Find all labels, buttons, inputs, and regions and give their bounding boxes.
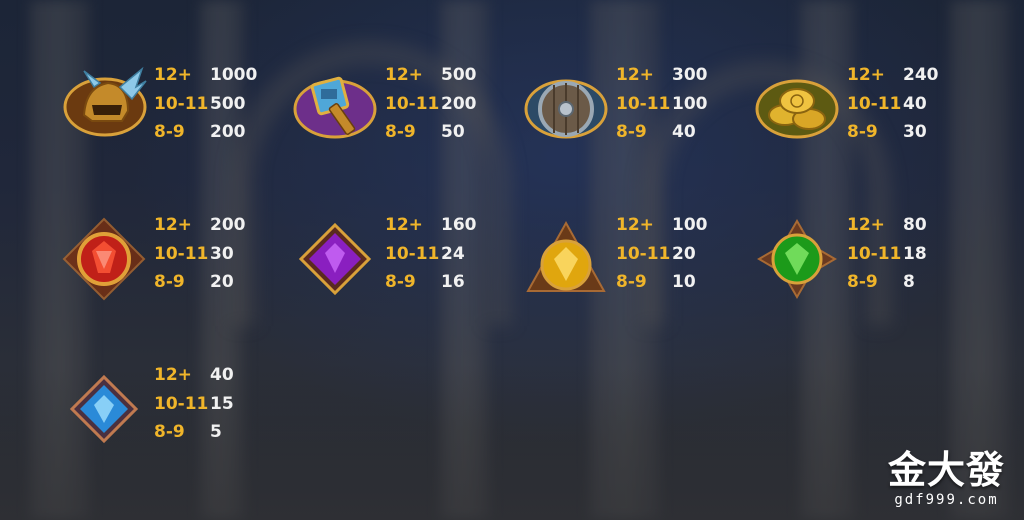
payout-rows: 12+ 1000 10-11500 8-9 200 — [154, 61, 257, 147]
payout-value: 200 — [210, 122, 246, 142]
paytable-entry-green-gem: 12+ 80 10-1118 8-9 8 — [755, 213, 985, 303]
payout-value: 100 — [672, 215, 708, 235]
payout-value: 30 — [903, 122, 927, 142]
paytable-entry-blue-gem: 12+ 40 10-1115 8-9 5 — [62, 363, 292, 453]
helmet-icon — [62, 63, 152, 153]
symbol-count: 10-11 — [616, 243, 671, 264]
payout-rows: 12+ 160 10-1124 8-9 16 — [385, 211, 477, 297]
symbol-count: 10-11 — [154, 393, 209, 414]
symbol-count: 12+ — [385, 215, 423, 235]
payout-value: 30 — [210, 243, 234, 264]
payout-rows: 12+ 300 10-11100 8-9 40 — [616, 61, 708, 147]
watermark-chinese-text: 金大發 — [887, 448, 1005, 492]
symbol-count: 12+ — [385, 65, 423, 85]
paytable-entry-hammer: 12+ 500 10-11200 8-9 50 — [293, 63, 523, 153]
paytable-entry-red-gem: 12+ 200 10-1130 8-9 20 — [62, 213, 292, 303]
paytable-entry-gold-coins: 12+ 240 10-1140 8-9 30 — [755, 63, 985, 153]
payout-rows: 12+ 500 10-11200 8-9 50 — [385, 61, 477, 147]
payout-value: 16 — [441, 272, 465, 292]
payout-value: 240 — [903, 65, 939, 85]
payout-rows: 12+ 100 10-1120 8-9 10 — [616, 211, 708, 297]
symbol-count: 8-9 — [616, 122, 647, 142]
payout-value: 5 — [210, 422, 222, 442]
symbol-count: 12+ — [616, 215, 654, 235]
symbol-count: 10-11 — [385, 93, 440, 114]
payout-rows: 12+ 80 10-1118 8-9 8 — [847, 211, 927, 297]
payout-value: 200 — [441, 93, 477, 114]
payout-value: 40 — [672, 122, 696, 142]
symbol-count: 10-11 — [847, 243, 902, 264]
purple-gem-icon — [293, 213, 383, 303]
symbol-count: 8-9 — [847, 122, 878, 142]
symbol-count: 8-9 — [847, 272, 878, 292]
symbol-count: 12+ — [154, 65, 192, 85]
symbol-count: 12+ — [847, 65, 885, 85]
payout-value: 200 — [210, 215, 246, 235]
symbol-count: 8-9 — [154, 122, 185, 142]
payout-value: 50 — [441, 122, 465, 142]
payout-value: 20 — [210, 272, 234, 292]
gold-coins-icon — [755, 63, 845, 153]
payout-value: 10 — [672, 272, 696, 292]
payout-value: 20 — [672, 243, 696, 264]
symbol-count: 12+ — [154, 365, 192, 385]
watermark-url: gdf999.com — [894, 492, 999, 508]
payout-value: 1000 — [210, 65, 258, 85]
payout-value: 300 — [672, 65, 708, 85]
symbol-count: 12+ — [154, 215, 192, 235]
payout-value: 24 — [441, 243, 465, 264]
symbol-count: 10-11 — [616, 93, 671, 114]
payout-value: 15 — [210, 393, 234, 414]
payout-value: 100 — [672, 93, 708, 114]
payout-value: 80 — [903, 215, 927, 235]
symbol-count: 8-9 — [616, 272, 647, 292]
red-gem-icon — [62, 213, 152, 303]
payout-rows: 12+ 200 10-1130 8-9 20 — [154, 211, 246, 297]
paytable-entry-helmet: 12+ 1000 10-11500 8-9 200 — [62, 63, 292, 153]
paytable-entry-shield: 12+ 300 10-11100 8-9 40 — [524, 63, 754, 153]
watermark-logo: 金大發 gdf999.com — [879, 448, 1014, 508]
symbol-count: 8-9 — [385, 122, 416, 142]
payout-value: 500 — [210, 93, 246, 114]
payout-rows: 12+ 240 10-1140 8-9 30 — [847, 61, 939, 147]
symbol-count: 12+ — [847, 215, 885, 235]
symbol-count: 8-9 — [154, 422, 185, 442]
green-gem-icon — [755, 213, 845, 303]
symbol-count: 10-11 — [385, 243, 440, 264]
payout-value: 40 — [903, 93, 927, 114]
symbol-count: 12+ — [616, 65, 654, 85]
payout-value: 8 — [903, 272, 915, 292]
paytable-entry-yellow-gem: 12+ 100 10-1120 8-9 10 — [524, 213, 754, 303]
symbol-count: 10-11 — [154, 93, 209, 114]
symbol-count: 8-9 — [385, 272, 416, 292]
symbol-count: 8-9 — [154, 272, 185, 292]
payout-value: 18 — [903, 243, 927, 264]
hammer-icon — [293, 63, 383, 153]
payout-rows: 12+ 40 10-1115 8-9 5 — [154, 361, 234, 447]
symbol-count: 10-11 — [847, 93, 902, 114]
yellow-gem-icon — [524, 213, 614, 303]
shield-icon — [524, 63, 614, 153]
payout-value: 160 — [441, 215, 477, 235]
paytable-entry-purple-gem: 12+ 160 10-1124 8-9 16 — [293, 213, 523, 303]
blue-gem-icon — [62, 363, 152, 453]
symbol-count: 10-11 — [154, 243, 209, 264]
payout-value: 40 — [210, 365, 234, 385]
payout-value: 500 — [441, 65, 477, 85]
